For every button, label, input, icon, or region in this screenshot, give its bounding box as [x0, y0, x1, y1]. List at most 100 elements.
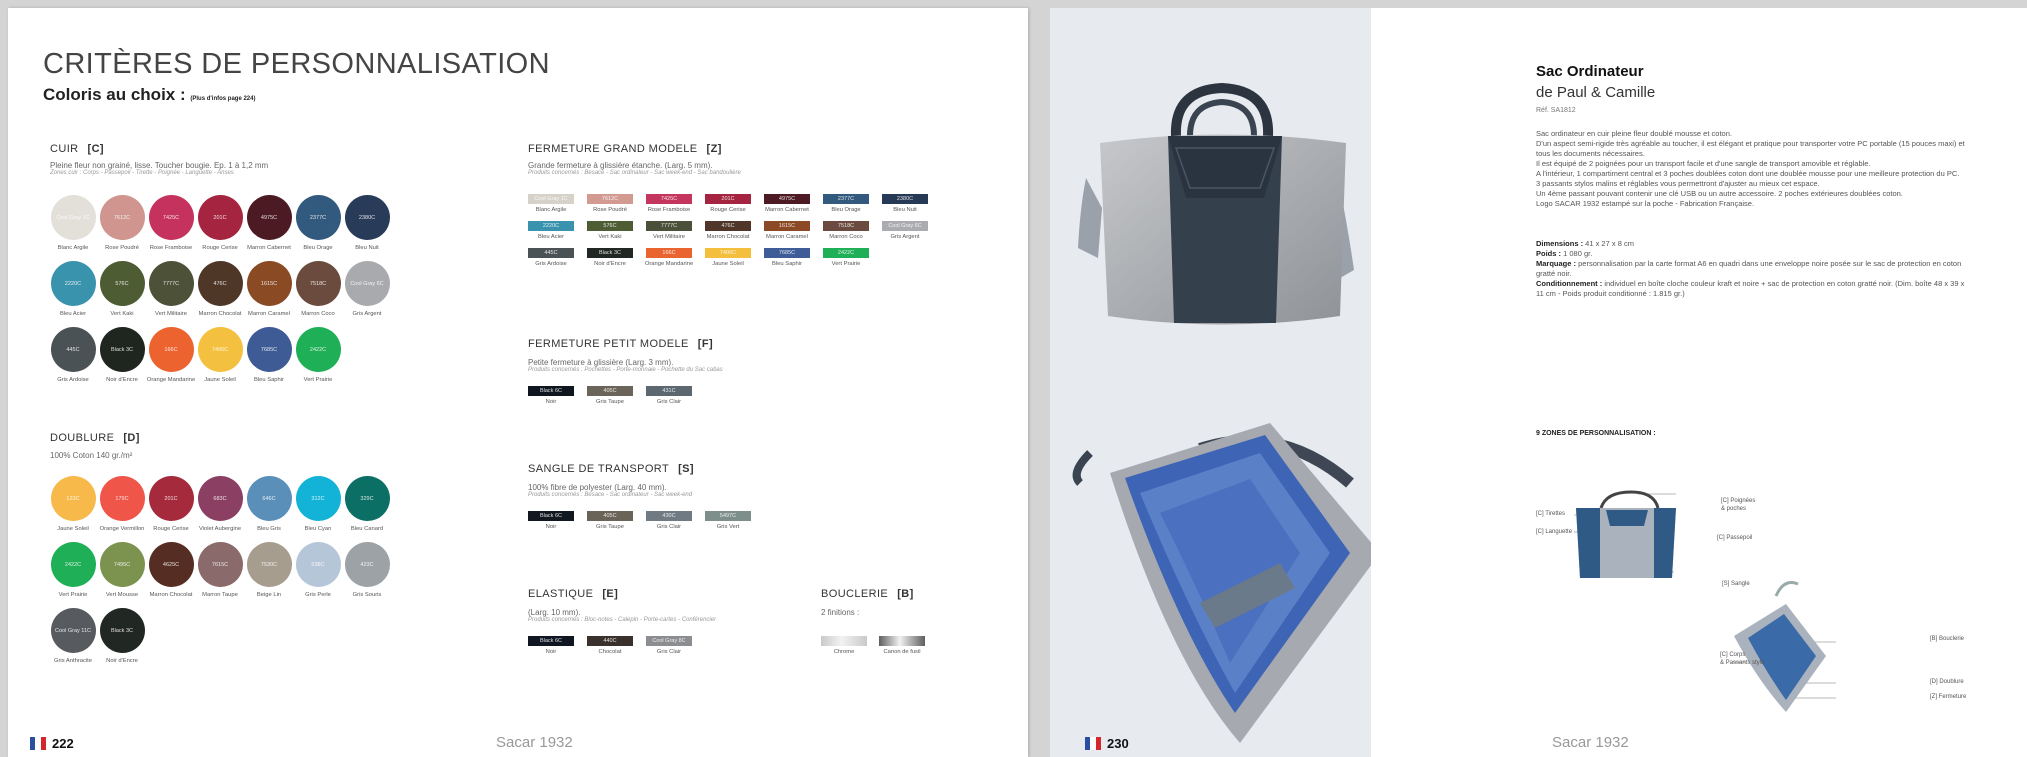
- swatch-label: Vert Mousse: [105, 592, 139, 598]
- swatch-bar: [821, 636, 867, 646]
- french-flag-icon: [1085, 737, 1101, 750]
- color-swatch: 7777C Vert Militaire: [646, 221, 692, 240]
- left-page: CRITÈRES DE PERSONNALISATION Coloris au …: [8, 8, 1028, 757]
- zone-label-passepoil: [C] Passepoil: [1717, 535, 1753, 541]
- color-swatch: 7518C Marron Coco: [295, 261, 341, 317]
- swatch-circle: 683C: [197, 476, 243, 521]
- color-swatch: 312C Bleu Cyan: [295, 476, 341, 532]
- swatch-label: Marron Chocolat: [706, 234, 750, 240]
- swatch-label: Marron Taupe: [202, 592, 238, 598]
- swatch-label: Orange Mandarine: [644, 261, 694, 267]
- swatch-label: Noir d'Encre: [106, 377, 138, 383]
- swatch-circle: 123C: [50, 476, 96, 521]
- color-swatch: 431C Gris Clair: [646, 386, 692, 405]
- swatch-label: Noir: [545, 399, 557, 405]
- color-swatch: 646C Bleu Gris: [246, 476, 292, 532]
- swatch-circle: Cool Gray 1C: [50, 195, 96, 240]
- sangle-swatch-grid: Black 6C Noir 405C Gris Taupe 430C Gris Clair…: [528, 511, 928, 530]
- color-swatch: Black 3C Noir d'Encre: [99, 608, 145, 664]
- swatch-circle: 7425C: [148, 195, 194, 240]
- swatch-label: Rose Poudré: [593, 207, 627, 213]
- photo-panel: [1050, 8, 1371, 757]
- open-laptop-bag-photo: [1072, 423, 1371, 743]
- swatch-label: Vert Prairie: [58, 592, 88, 598]
- swatch-circle: 329C: [344, 476, 390, 521]
- page-title: CRITÈRES DE PERSONNALISATION: [43, 48, 550, 80]
- color-swatch: 201C Rouge Cerise: [705, 194, 751, 213]
- swatch-label: Bleu Orage: [831, 207, 861, 213]
- color-swatch: 2220C Bleu Acier: [528, 221, 574, 240]
- color-swatch: 476C Marron Chocolat: [705, 221, 751, 240]
- swatch-circle: 2422C: [295, 327, 341, 372]
- swatch-label: Marron Coco: [301, 311, 335, 317]
- petit-products: Produits concernés : Pochettes - Porte-m…: [528, 367, 723, 373]
- swatch-label: Marron Caramel: [766, 234, 808, 240]
- color-swatch: 7425C Rose Framboise: [646, 194, 692, 213]
- swatch-label: Bleu Canard: [350, 526, 384, 532]
- swatch-label: Gris Perle: [305, 592, 331, 598]
- french-flag-icon: [30, 737, 46, 750]
- swatch-circle: 7685C: [246, 327, 292, 372]
- right-page: Sac Ordinateur de Paul & Camille Réf. SA…: [1050, 8, 2027, 757]
- color-swatch: Cool Gray 11C Gris Anthracite: [50, 608, 96, 664]
- bouclerie-heading: BOUCLERIE [B]: [821, 588, 914, 600]
- doublure-desc: 100% Coton 140 gr./m²: [50, 451, 133, 460]
- swatch-bar: 440C: [587, 636, 633, 646]
- swatch-circle: Black 3C: [99, 608, 145, 653]
- swatch-label: Gris Vert: [716, 524, 740, 530]
- left-brand: Sacar 1932: [496, 734, 573, 751]
- product-specs: Dimensions : 41 x 27 x 8 cm Poids : 1 08…: [1536, 239, 1966, 299]
- swatch-label: Rose Poudré: [105, 245, 139, 251]
- left-page-number: 222: [30, 736, 74, 751]
- swatch-label: Gris Taupe: [596, 524, 624, 530]
- swatch-bar: 576C: [587, 221, 633, 231]
- description-paragraph: Un 4ème passant pouvant contenir une clé…: [1536, 189, 1903, 198]
- swatch-circle: 312C: [295, 476, 341, 521]
- color-swatch: 2380C Bleu Nuit: [882, 194, 928, 213]
- grand-desc: Grande fermeture à glissière étanche. (L…: [528, 161, 713, 170]
- swatch-label: Bleu Saphir: [772, 261, 802, 267]
- sangle-products: Produits concernés : Besace - Sac ordina…: [528, 492, 693, 498]
- swatch-circle: 201C: [197, 195, 243, 240]
- swatch-label: Vert Militaire: [155, 311, 187, 317]
- color-swatch: 5497C Gris Vert: [705, 511, 751, 530]
- color-swatch: 430C Gris Clair: [646, 511, 692, 530]
- swatch-label: Gris Taupe: [596, 399, 624, 405]
- swatch-circle: 1615C: [246, 261, 292, 306]
- color-swatch: 7425C Rose Framboise: [148, 195, 194, 251]
- petit-heading: FERMETURE PETIT MODELE [F]: [528, 338, 714, 350]
- zone-label-poignees: [C] Poignées: [1721, 498, 1756, 504]
- elastique-products: Produits concernés : Bloc-notes - Calepi…: [528, 617, 717, 623]
- elastique-heading: ELASTIQUE [E]: [528, 588, 619, 600]
- description-paragraph: Logo SACAR 1932 estampé sur la poche - F…: [1536, 199, 1755, 208]
- swatch-label: Bleu Cyan: [304, 526, 332, 532]
- swatch-bar: Black 3C: [587, 248, 633, 258]
- zone-label-poignees-line2: & poches: [1721, 506, 1747, 512]
- swatch-label: Marron Coco: [829, 234, 863, 240]
- description-paragraph: Il est équipé de 2 poignées pour un tran…: [1536, 159, 1871, 168]
- zones-title: 9 ZONES DE PERSONNALISATION :: [1536, 430, 1656, 437]
- swatch-label: Rose Framboise: [647, 207, 691, 213]
- product-description: Sac ordinateur en cuir pleine fleur doub…: [1536, 129, 1966, 209]
- color-swatch: 7615C Marron Taupe: [197, 542, 243, 598]
- color-swatch: 4975C Marron Cabernet: [246, 195, 292, 251]
- swatch-circle: Cool Gray 6C: [344, 261, 390, 306]
- color-swatch: Cool Gray 8C Gris Clair: [646, 636, 692, 655]
- color-swatch: 4625C Marron Chocolat: [148, 542, 194, 598]
- swatch-bar: Black 6C: [528, 636, 574, 646]
- description-paragraph: A l'intérieur, 1 compartiment central et…: [1536, 169, 1960, 178]
- swatch-circle: 423C: [344, 542, 390, 587]
- swatch-bar: 166C: [646, 248, 692, 258]
- color-swatch: 7406C Jaune Soleil: [197, 327, 243, 383]
- swatch-bar: 2220C: [528, 221, 574, 231]
- swatch-circle: 576C: [99, 261, 145, 306]
- color-swatch: 2422C Vert Prairie: [823, 248, 869, 267]
- spec-packaging: Conditionnement : individuel en boîte cl…: [1536, 279, 1965, 298]
- swatch-bar: 4975C: [764, 194, 810, 204]
- swatch-circle: 7777C: [148, 261, 194, 306]
- description-paragraph: 3 passants stylos malins et réglables vo…: [1536, 179, 1820, 188]
- color-swatch: Black 6C Noir: [528, 511, 574, 530]
- swatch-label: Beige Lin: [256, 592, 282, 598]
- swatch-bar: 7425C: [646, 194, 692, 204]
- cuir-heading: CUIR [C]: [50, 143, 104, 155]
